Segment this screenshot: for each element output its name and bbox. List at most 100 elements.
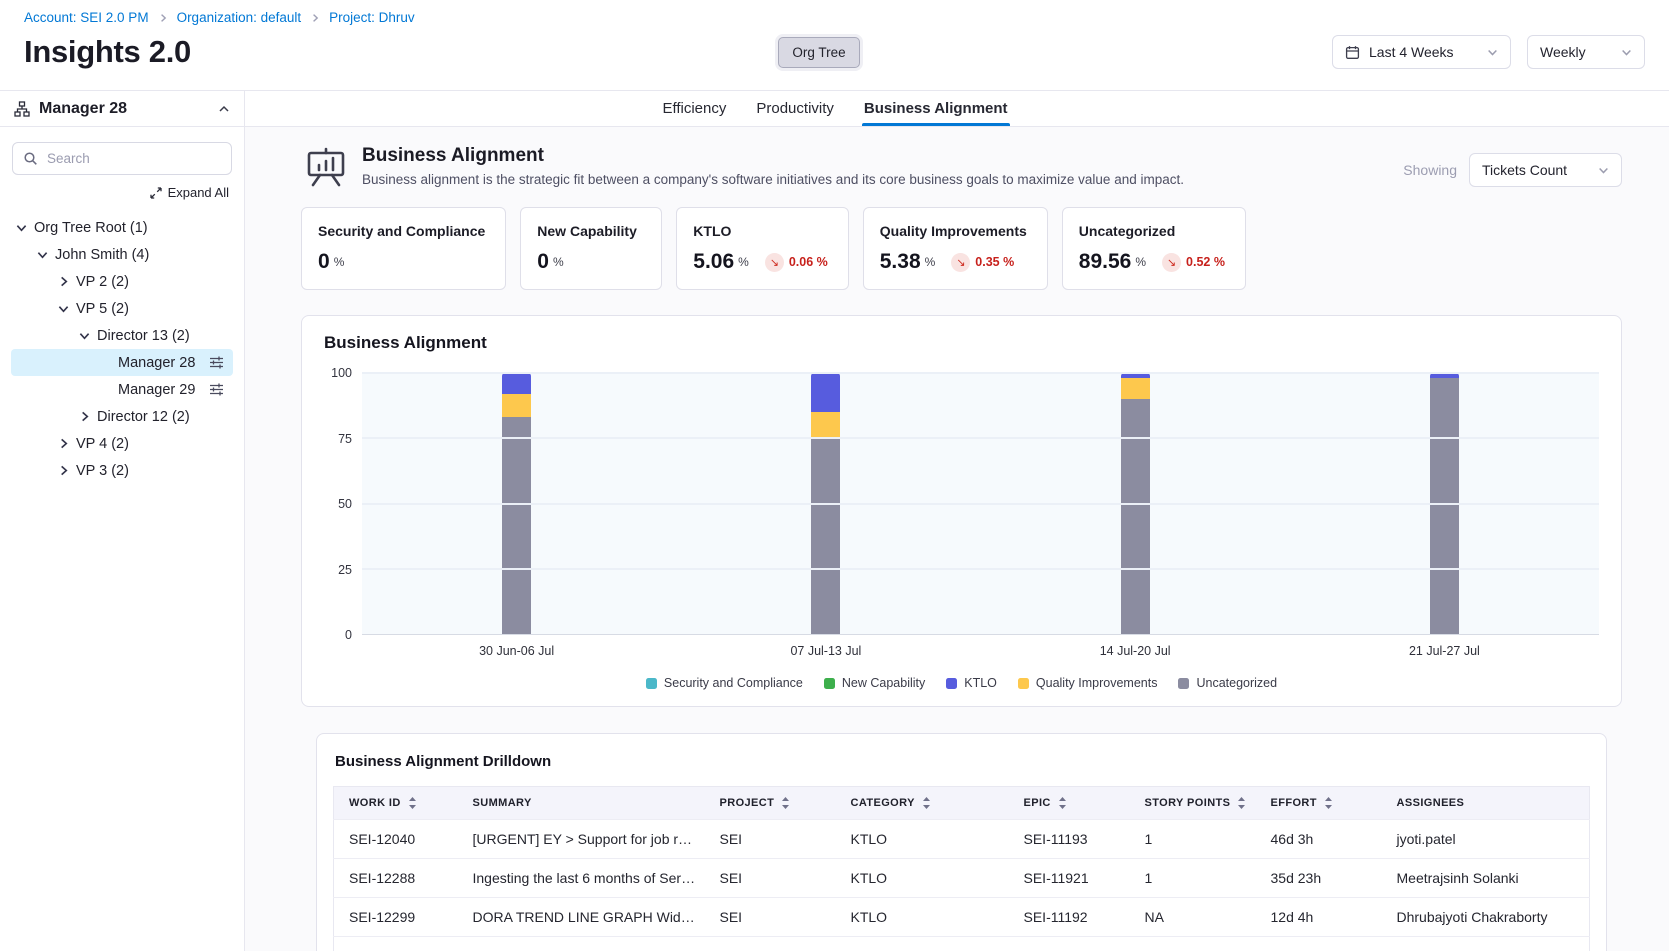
chevron-right-icon[interactable]: [57, 464, 76, 477]
tree-item-org-tree-root-1[interactable]: Org Tree Root (1): [11, 214, 233, 241]
column-header-work-id[interactable]: WORK ID: [334, 787, 458, 820]
column-header-inner: ASSIGNEES: [1397, 797, 1584, 809]
legend-item-ktlo[interactable]: KTLO: [946, 676, 997, 690]
column-header-story-points[interactable]: STORY POINTS: [1130, 787, 1256, 820]
column-header-category[interactable]: CATEGORY: [836, 787, 1009, 820]
chart-title: Business Alignment: [324, 333, 1599, 353]
breadcrumb-separator-icon: [158, 13, 168, 23]
trend-down-icon: ↘: [765, 253, 784, 272]
kpi-value-row: 0%: [318, 250, 485, 274]
sidebar-search: [12, 142, 232, 175]
legend-item-new-capability[interactable]: New Capability: [824, 676, 925, 690]
chart-plot-area: [362, 373, 1599, 635]
collapse-sidebar-icon[interactable]: [218, 103, 230, 115]
breadcrumb-link-account-sei-2-0-pm[interactable]: Account: SEI 2.0 PM: [24, 10, 149, 25]
sort-icon[interactable]: [1237, 797, 1246, 809]
filter-sliders-icon[interactable]: [209, 355, 224, 370]
tree-item-label: Manager 29: [118, 382, 195, 398]
table-row-sei-12299[interactable]: SEI-12299DORA TREND LINE GRAPH Widgets i…: [334, 898, 1590, 937]
tree-item-director-12-2[interactable]: Director 12 (2): [11, 403, 233, 430]
drilldown-table: WORK IDSUMMARY PROJECT CATEGORY EPIC STORY P…: [333, 786, 1590, 951]
title-left: Insights 2.0: [24, 34, 454, 70]
chevron-down-icon[interactable]: [57, 302, 76, 315]
tab-productivity[interactable]: Productivity: [756, 91, 834, 126]
column-header-effort[interactable]: EFFORT: [1256, 787, 1382, 820]
bar-segment-uncategorized: [1430, 378, 1459, 634]
sort-icon[interactable]: [1058, 797, 1067, 809]
cell-effort: 35d 23h: [1256, 859, 1382, 898]
main-panel: Efficiency Productivity Business Alignment…: [245, 91, 1669, 951]
table-row-sei-12040[interactable]: SEI-12040[URGENT] EY > Support for job r…: [334, 820, 1590, 859]
cell-work_id: SEI-12040: [334, 820, 458, 859]
tree-item-vp-3-2[interactable]: VP 3 (2): [11, 457, 233, 484]
legend-label: New Capability: [842, 676, 925, 690]
tab-efficiency[interactable]: Efficiency: [662, 91, 726, 126]
expand-all-button[interactable]: Expand All: [0, 179, 244, 208]
chevron-right-icon[interactable]: [57, 275, 76, 288]
legend-swatch: [646, 678, 657, 689]
cell-epic: SEI-11192: [1009, 937, 1130, 951]
legend-item-security-and-compliance[interactable]: Security and Compliance: [646, 676, 803, 690]
cell-assignees: Dhrubajyoti Chakraborty: [1382, 898, 1590, 937]
chevron-down-icon[interactable]: [36, 248, 55, 261]
sort-icon[interactable]: [408, 797, 417, 809]
table-row-sei-12288[interactable]: SEI-12288Ingesting the last 6 months of …: [334, 859, 1590, 898]
section-title: Business Alignment: [362, 145, 1184, 167]
tree-item-manager-29[interactable]: Manager 29: [11, 376, 233, 403]
search-input[interactable]: [12, 142, 232, 175]
tree-item-john-smith-4[interactable]: John Smith (4): [11, 241, 233, 268]
column-header-inner: PROJECT: [720, 797, 830, 809]
breadcrumb-link-organization-default[interactable]: Organization: default: [177, 10, 302, 25]
kpi-card-uncategorized: Uncategorized89.56%↘0.52 %: [1062, 207, 1246, 290]
column-header-epic[interactable]: EPIC: [1009, 787, 1130, 820]
cell-story_points: 1: [1130, 820, 1256, 859]
legend-item-uncategorized[interactable]: Uncategorized: [1178, 676, 1277, 690]
chart: 0255075100 30 Jun-06 Jul07 Jul-13 Jul14 …: [324, 373, 1599, 658]
column-header-summary[interactable]: SUMMARY: [458, 787, 705, 820]
column-header-project[interactable]: PROJECT: [705, 787, 836, 820]
gridline: [362, 437, 1599, 439]
date-range-select[interactable]: Last 4 Weeks: [1332, 35, 1511, 69]
chevron-right-icon[interactable]: [78, 410, 97, 423]
kpi-delta: ↘0.52 %: [1162, 253, 1225, 272]
showing-label: Showing: [1403, 162, 1457, 178]
sort-icon[interactable]: [1324, 797, 1333, 809]
cell-work_id: SEI-12375: [334, 937, 458, 951]
kpi-value: 0: [537, 250, 549, 274]
org-tree-button[interactable]: Org Tree: [778, 37, 859, 68]
chevron-down-icon[interactable]: [15, 221, 34, 234]
legend-label: Security and Compliance: [664, 676, 803, 690]
cell-epic: SEI-11921: [1009, 859, 1130, 898]
kpi-value-row: 89.56%↘0.52 %: [1079, 250, 1225, 274]
tree-item-label: Manager 28: [118, 355, 195, 371]
org-tree: Org Tree Root (1)John Smith (4)VP 2 (2)V…: [0, 208, 244, 490]
tree-item-vp-2-2[interactable]: VP 2 (2): [11, 268, 233, 295]
table-row-sei-12375[interactable]: SEI-12375Older Commits is not available …: [334, 937, 1590, 951]
sort-icon[interactable]: [781, 797, 790, 809]
gridline: [362, 503, 1599, 505]
column-header-inner: EPIC: [1024, 797, 1124, 809]
chevron-down-icon[interactable]: [78, 329, 97, 342]
tree-item-director-13-2[interactable]: Director 13 (2): [11, 322, 233, 349]
kpi-delta-value: 0.35 %: [975, 255, 1014, 269]
column-header-assignees[interactable]: ASSIGNEES: [1382, 787, 1590, 820]
interval-select[interactable]: Weekly: [1527, 35, 1645, 69]
y-tick-label: 50: [338, 497, 352, 511]
sort-icon[interactable]: [922, 797, 931, 809]
chevron-right-icon[interactable]: [57, 437, 76, 450]
date-range-value: Last 4 Weeks: [1369, 44, 1478, 60]
breadcrumb-link-project-dhruv[interactable]: Project: Dhruv: [329, 10, 415, 25]
bar-segment-uncategorized: [502, 417, 531, 634]
tab-business-alignment[interactable]: Business Alignment: [864, 91, 1008, 126]
kpi-card-new-capability: New Capability0%: [520, 207, 662, 290]
cell-epic: SEI-11192: [1009, 898, 1130, 937]
tree-item-vp-5-2[interactable]: VP 5 (2): [11, 295, 233, 322]
filter-sliders-icon[interactable]: [209, 382, 224, 397]
cell-effort: 46d 3h: [1256, 820, 1382, 859]
chart-y-axis: 0255075100: [324, 373, 362, 635]
cell-summary: DORA TREND LINE GRAPH Widgets is n...: [458, 898, 705, 937]
tree-item-vp-4-2[interactable]: VP 4 (2): [11, 430, 233, 457]
tree-item-manager-28[interactable]: Manager 28: [11, 349, 233, 376]
showing-select[interactable]: Tickets Count: [1469, 153, 1622, 187]
legend-item-quality-improvements[interactable]: Quality Improvements: [1018, 676, 1158, 690]
